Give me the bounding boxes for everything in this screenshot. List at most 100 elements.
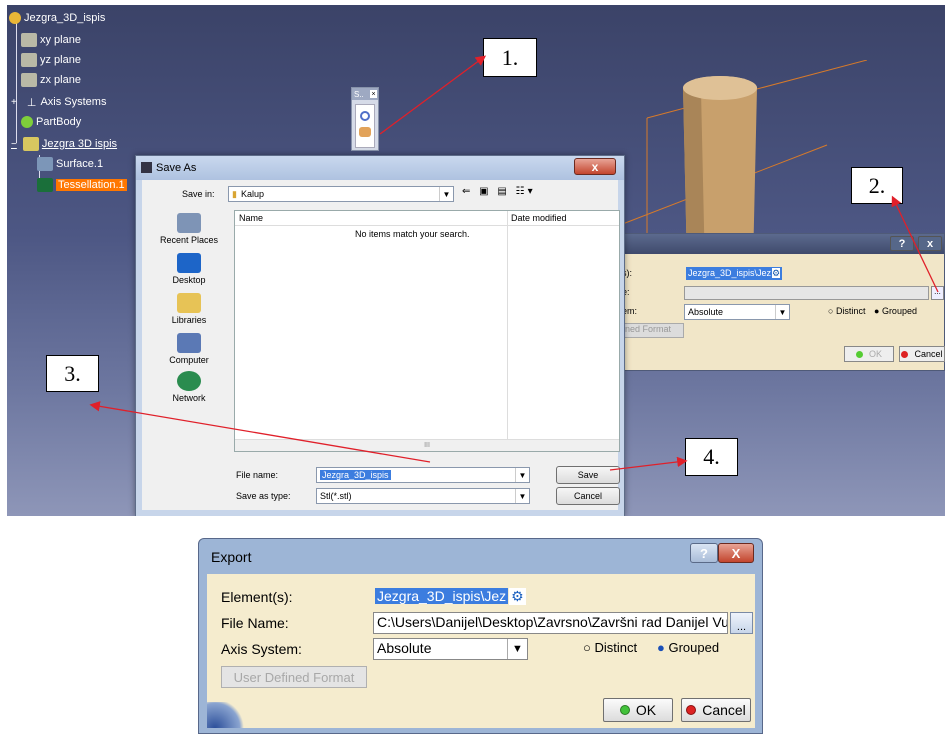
place-computer[interactable]: Computer: [148, 333, 230, 365]
tessellation-icon: [37, 178, 53, 192]
ok-icon: [619, 705, 630, 715]
grouped-radio[interactable]: ● Grouped: [874, 306, 917, 316]
tree-item-label: xy plane: [40, 34, 81, 46]
tree-item-partbody[interactable]: PartBody: [21, 113, 81, 131]
save-type-label: Save as type:: [236, 491, 291, 501]
callout-3: 3.: [46, 355, 99, 392]
callout-4: 4.: [685, 438, 738, 476]
udf-button[interactable]: ned Format: [622, 323, 684, 338]
tree-item-zx-plane[interactable]: zx plane: [21, 71, 81, 89]
export-dialog: Export ? X Element(s): Jezgra_3D_ispis\J…: [198, 538, 763, 734]
tree-item-axis-systems[interactable]: + ⊥ Axis Systems: [11, 93, 106, 111]
user-defined-format-button[interactable]: User Defined Format: [221, 666, 367, 688]
axis-icon: ⊥: [26, 96, 37, 109]
column-name[interactable]: Name: [239, 213, 263, 223]
export-tool-icon[interactable]: [355, 104, 375, 148]
dialog-titlebar: Save As x: [136, 156, 624, 180]
globe-decoration-icon: [207, 702, 247, 728]
file-name-input[interactable]: Jezgra_3D_ispis ▼: [316, 467, 530, 483]
plane-icon: [21, 33, 37, 47]
close-button[interactable]: x: [918, 236, 942, 251]
libraries-icon: [177, 293, 201, 313]
tree-line: [16, 19, 17, 143]
grouped-radio[interactable]: ● Grouped: [657, 640, 719, 655]
nav-toolbar-icons[interactable]: ⇐ ▣ ▤ ☷▾: [462, 186, 536, 197]
save-in-label: Save in:: [182, 189, 215, 199]
close-icon[interactable]: ×: [370, 90, 377, 98]
file-field[interactable]: [684, 286, 929, 300]
element-icon[interactable]: ⚙: [509, 587, 526, 605]
horizontal-scrollbar[interactable]: III: [235, 439, 619, 451]
chevron-down-icon[interactable]: ▼: [775, 305, 789, 319]
plane-icon: [21, 73, 37, 87]
dialog-title: Export: [211, 549, 252, 565]
elements-value[interactable]: Jezgra_3D_ispis\Jez ⚙: [375, 585, 526, 607]
tree-item-xy-plane[interactable]: xy plane: [21, 31, 81, 49]
tree-root-label: Jezgra_3D_ispis: [24, 12, 106, 24]
cancel-button[interactable]: Cancel: [556, 487, 620, 505]
chevron-down-icon[interactable]: ▼: [439, 187, 453, 201]
axis-select[interactable]: Absolute ▼: [684, 304, 790, 320]
tree-item-label: Jezgra 3D ispis: [41, 138, 118, 150]
chevron-down-icon[interactable]: ▼: [515, 468, 529, 482]
browse-button[interactable]: ...: [931, 286, 944, 300]
column-divider: [507, 211, 508, 451]
distinct-radio[interactable]: ○ Distinct: [583, 640, 637, 655]
place-libraries[interactable]: Libraries: [148, 293, 230, 325]
desktop-icon: [177, 253, 201, 273]
axis-system-label: Axis System:: [221, 641, 302, 657]
axis-system-select[interactable]: Absolute ▼: [373, 638, 528, 660]
elements-value[interactable]: Jezgra_3D_ispis\Jez⚙: [686, 267, 783, 280]
tree-root[interactable]: Jezgra_3D_ispis: [9, 9, 105, 27]
place-network[interactable]: Network: [148, 371, 230, 403]
cancel-button[interactable]: Cancel: [681, 698, 751, 722]
tree-item-label: Axis Systems: [40, 96, 107, 108]
tree-item-surface[interactable]: Surface.1: [37, 155, 103, 173]
save-button[interactable]: Save: [556, 466, 620, 484]
geometrical-set-icon: [22, 137, 39, 151]
places-bar: Recent Places Desktop Libraries Computer…: [148, 209, 230, 451]
dialog-body: Save in: ▮ Kalup ▼ ⇐ ▣ ▤ ☷▾ Recent Place…: [142, 180, 620, 510]
ok-button[interactable]: OK: [844, 346, 894, 362]
file-name-label: File Name:: [221, 615, 289, 631]
expand-icon[interactable]: +: [11, 97, 17, 108]
ok-button[interactable]: OK: [603, 698, 673, 722]
plane-icon: [21, 53, 37, 67]
place-recent[interactable]: Recent Places: [148, 213, 230, 245]
tree-item-geom-set[interactable]: − Jezgra 3D ispis: [11, 135, 117, 153]
tree-item-label: Surface.1: [56, 158, 104, 170]
catia-viewport[interactable]: Jezgra_3D_ispis xy plane yz plane zx pla…: [7, 5, 945, 516]
file-list[interactable]: Name Date modified No items match your s…: [234, 210, 620, 452]
gear-icon: [21, 116, 33, 128]
browse-button[interactable]: ...: [730, 612, 753, 634]
distinct-radio[interactable]: ○ Distinct: [828, 306, 865, 316]
dialog-title: Save As: [156, 162, 197, 174]
help-button[interactable]: ?: [690, 543, 718, 563]
place-desktop[interactable]: Desktop: [148, 253, 230, 285]
close-button[interactable]: x: [574, 158, 616, 175]
background-export-dialog: ? x s): Jezgra_3D_ispis\Jez⚙ e: ... em: …: [617, 233, 945, 371]
save-as-dialog: Save As x Save in: ▮ Kalup ▼ ⇐ ▣ ▤ ☷▾ Re…: [135, 155, 625, 516]
column-date[interactable]: Date modified: [511, 213, 567, 223]
save-in-select[interactable]: ▮ Kalup ▼: [228, 186, 454, 202]
tree-item-tessellation[interactable]: Tessellation.1: [37, 176, 127, 194]
chevron-down-icon[interactable]: ▼: [515, 489, 529, 503]
part-icon: [9, 12, 21, 24]
computer-icon: [177, 333, 201, 353]
tree-item-yz-plane[interactable]: yz plane: [21, 51, 81, 69]
cancel-button[interactable]: Cancel: [899, 346, 945, 362]
expand-icon[interactable]: −: [11, 139, 17, 150]
app-icon: [141, 162, 152, 173]
chevron-down-icon[interactable]: ▼: [507, 639, 527, 659]
callout-1: 1.: [483, 38, 537, 77]
dialog-body: Element(s): Jezgra_3D_ispis\Jez ⚙ File N…: [207, 574, 755, 728]
help-button[interactable]: ?: [890, 236, 914, 251]
file-name-field[interactable]: C:\Users\Danijel\Desktop\Zavrsno\Završni…: [373, 612, 728, 634]
mini-toolbar[interactable]: S.. ×: [351, 87, 379, 151]
empty-message: No items match your search.: [355, 229, 470, 239]
tree-item-label: PartBody: [36, 116, 82, 128]
element-icon[interactable]: ⚙: [772, 268, 781, 278]
save-type-select[interactable]: Stl(*.stl) ▼: [316, 488, 530, 504]
callout-2: 2.: [851, 167, 903, 204]
close-button[interactable]: X: [718, 543, 754, 563]
